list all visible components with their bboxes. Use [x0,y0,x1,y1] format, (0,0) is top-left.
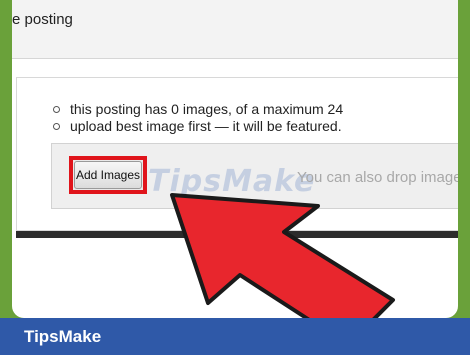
footer-brand: TipsMake [24,327,102,346]
red-arrow-icon [170,193,395,347]
footer-bar: TipsMake [0,318,470,355]
